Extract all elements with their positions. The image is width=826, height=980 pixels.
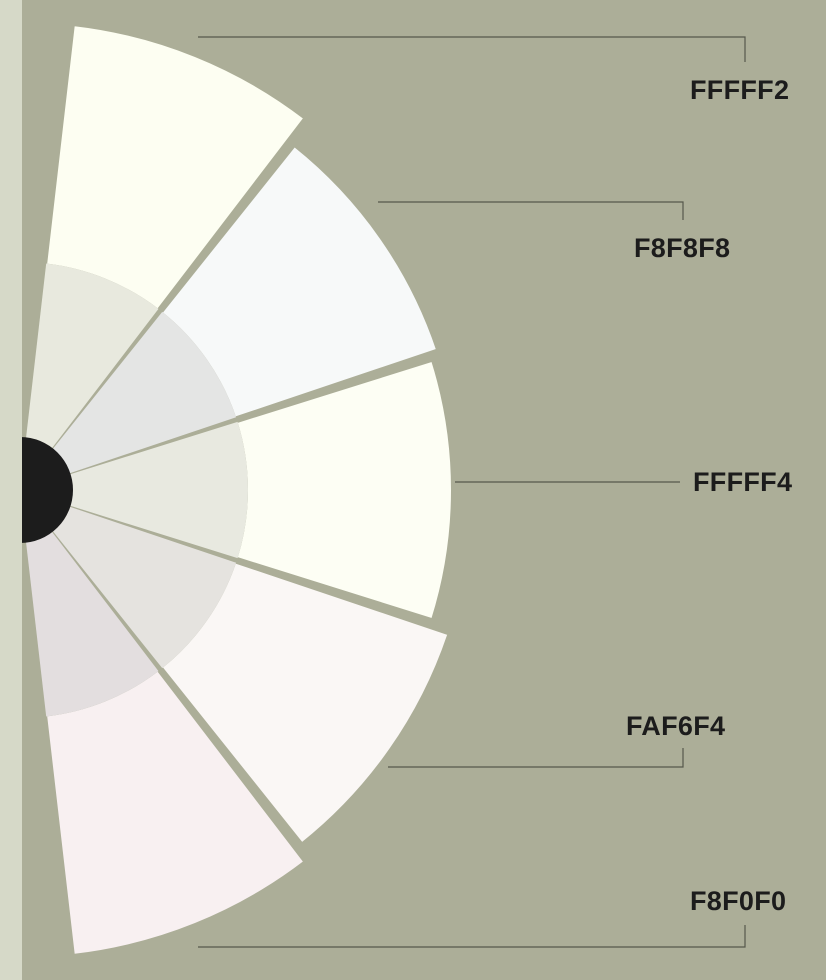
swatch-label-f8f0f0: F8F0F0 [690,886,787,916]
left-edge-strip [0,0,22,980]
leader-line-faf6f4 [388,748,684,768]
swatch-label-fffff2: FFFFF2 [690,75,790,105]
color-wheel-diagram: FFFFF2 F8F8F8 FFFFF4 FAF6F4 F8F0F0 [0,0,826,980]
leader-line-f8f0f0 [198,925,746,948]
swatch-label-faf6f4: FAF6F4 [626,711,726,741]
leader-line-fffff2 [198,36,746,62]
swatch-label-fffff4: FFFFF4 [693,467,793,497]
leader-line-f8f8f8 [378,201,684,220]
swatch-label-f8f8f8: F8F8F8 [634,233,731,263]
